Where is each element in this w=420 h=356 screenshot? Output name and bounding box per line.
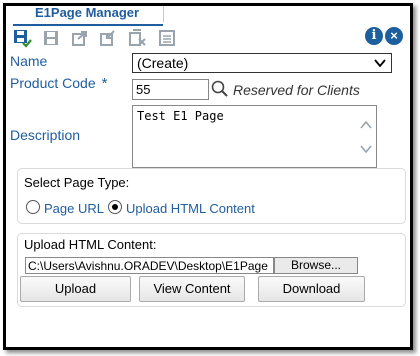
name-select[interactable]: (Create) (132, 53, 392, 73)
e1page-manager-window: E1Page Manager i × Name (Create) Product… (3, 3, 413, 350)
page-type-group: Select Page Type: Page URL Upload HTML C… (17, 168, 406, 224)
tab-separator (163, 6, 164, 22)
upload-title: Upload HTML Content: (24, 237, 157, 252)
product-code-input[interactable]: 55 (132, 79, 209, 100)
download-button[interactable]: Download (258, 276, 365, 302)
radio-upload-html[interactable] (108, 200, 122, 214)
tab-e1page-manager[interactable]: E1Page Manager (13, 4, 163, 26)
delete-icon[interactable] (127, 28, 147, 48)
name-label: Name (10, 53, 48, 69)
toolbar (10, 28, 180, 48)
product-code-hint: Reserved for Clients (233, 82, 360, 98)
form-icon[interactable] (157, 28, 177, 48)
search-icon[interactable] (210, 79, 230, 99)
radio-page-url[interactable] (26, 200, 40, 214)
upload-button[interactable]: Upload (20, 276, 131, 302)
import-icon[interactable] (98, 28, 118, 48)
radio-page-url-label[interactable]: Page URL (44, 201, 104, 216)
browse-button[interactable]: Browse... (274, 257, 358, 274)
product-code-label: Product Code * (10, 75, 108, 92)
page-type-title: Select Page Type: (24, 175, 130, 190)
chevron-down-icon (374, 59, 386, 68)
view-content-button[interactable]: View Content (139, 276, 245, 302)
file-path-field[interactable]: C:\Users\Avishnu.ORADEV\Desktop\E1Page (25, 257, 274, 274)
radio-upload-html-label[interactable]: Upload HTML Content (126, 201, 255, 216)
name-select-value: (Create) (137, 55, 189, 71)
description-label: Description (10, 127, 81, 143)
scroll-down-icon[interactable] (359, 142, 373, 156)
close-icon[interactable]: × (385, 27, 403, 45)
save-icon[interactable] (41, 28, 61, 48)
window-title: E1Page Manager (35, 5, 140, 20)
info-icon[interactable]: i (365, 27, 383, 45)
save-close-icon[interactable] (12, 28, 32, 48)
description-textarea[interactable]: Test E1 Page (132, 105, 377, 168)
scroll-up-icon[interactable] (359, 118, 373, 132)
export-icon[interactable] (70, 28, 90, 48)
required-marker: * (101, 75, 108, 92)
